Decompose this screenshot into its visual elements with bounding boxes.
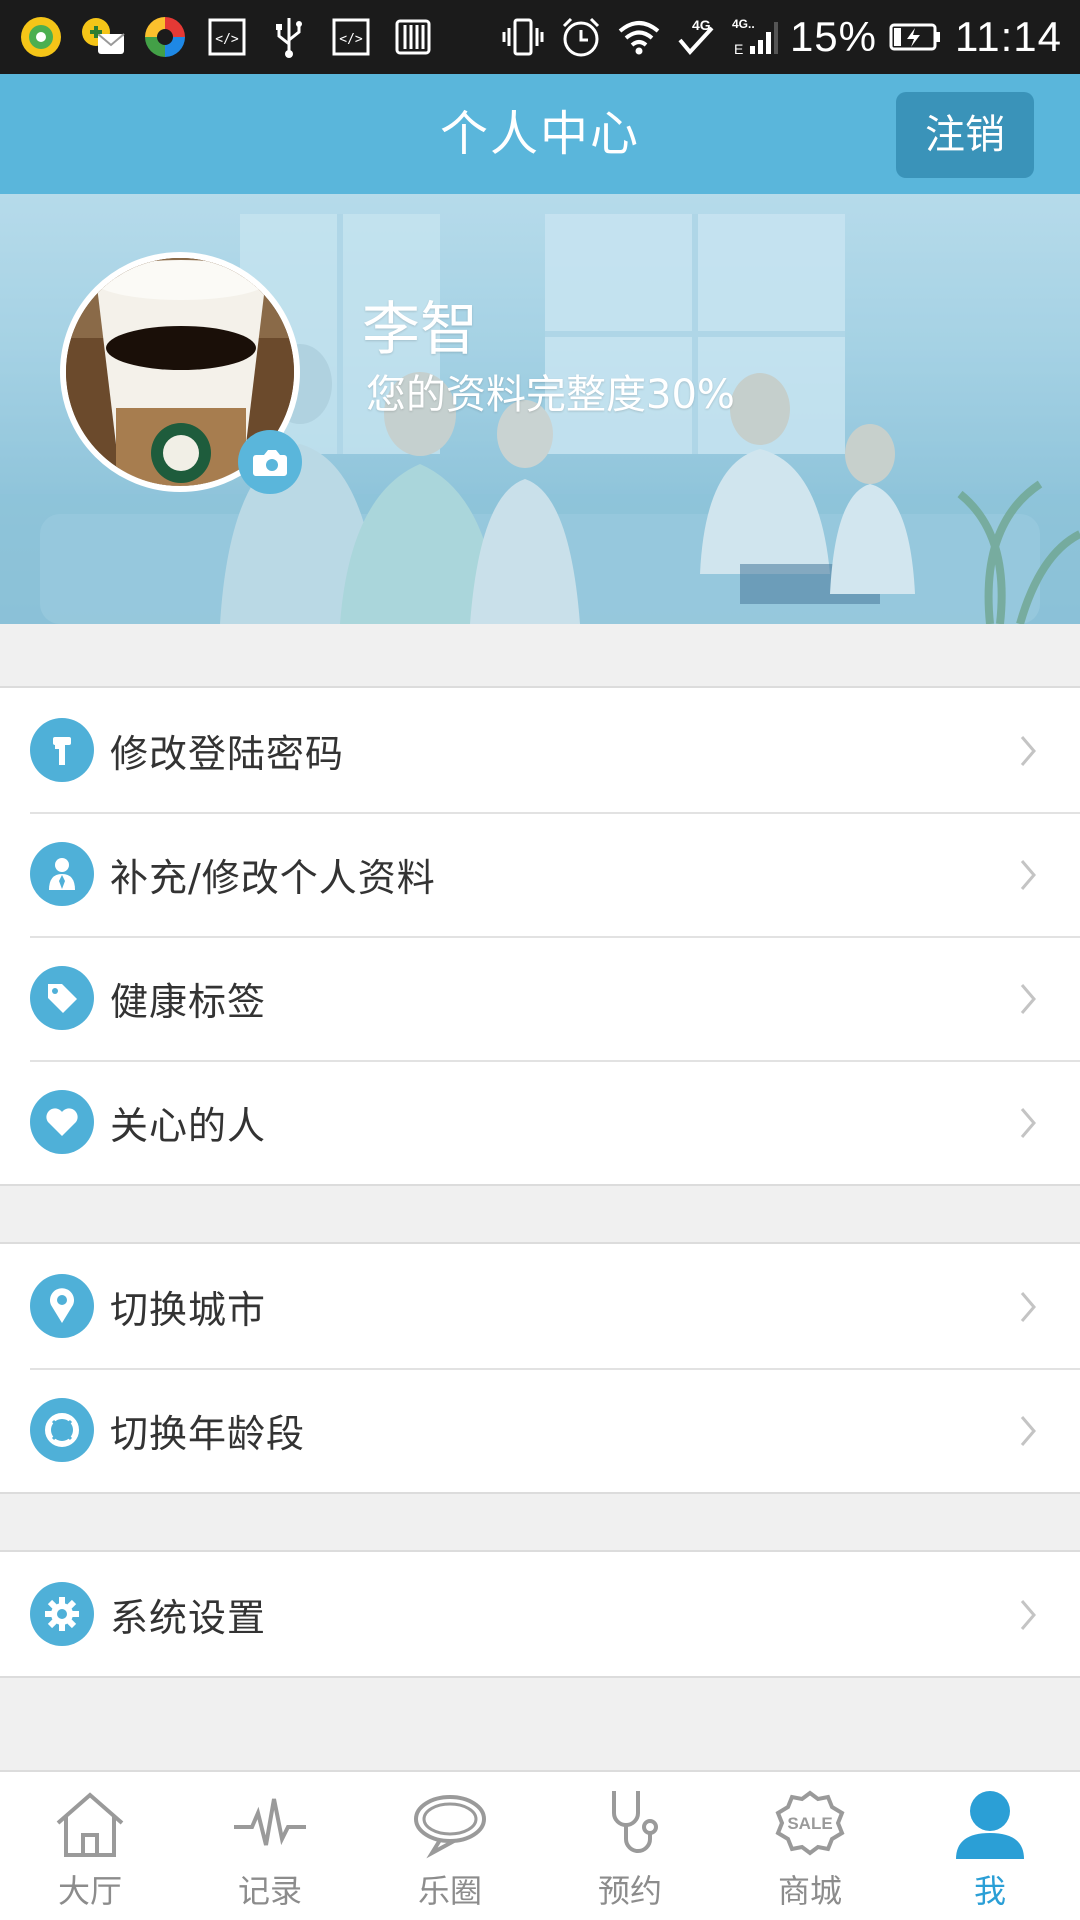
nav-label: 我 [973,1872,1006,1910]
menu-group-system: 系统设置 [0,1550,1080,1678]
svg-text:</>: </> [339,32,363,47]
menu-item-change-password[interactable]: 修改登陆密码 [0,688,1080,812]
alarm-icon [558,14,604,60]
menu-item-health-tags[interactable]: 健康标签 [0,936,1080,1060]
wifi-icon [616,14,662,60]
change-avatar-button[interactable] [238,430,302,494]
menu-item-label: 补充/修改个人资料 [110,855,436,900]
svg-text:E: E [734,41,743,57]
chevron-right-icon [1020,984,1036,1014]
camera-icon [253,450,287,476]
menu-item-label: 健康标签 [110,979,267,1024]
chevron-right-icon [1020,736,1036,766]
battery-icon [889,14,943,60]
chevron-right-icon [1020,860,1036,890]
signal-icon: 4G.. E [732,14,778,60]
nav-item-mall[interactable]: SALE 商城 [720,1772,900,1920]
menu-item-label: 切换城市 [110,1287,267,1332]
nav-item-appointment[interactable]: 预约 [540,1772,720,1920]
chevron-right-icon [1020,1600,1036,1630]
menu-group-preferences: 切换城市 切换年龄段 [0,1242,1080,1494]
bottom-nav: 大厅 记录 乐圈 预约 SALE 商城 我 [0,1770,1080,1920]
status-time: 11:14 [955,13,1062,60]
menu-item-label: 关心的人 [110,1103,267,1148]
svg-text:4G..: 4G.. [732,17,755,31]
heart-icon [30,1090,94,1154]
menu-item-label: 修改登陆密码 [110,731,345,776]
user-name: 李智 [362,295,479,363]
menu-item-edit-profile[interactable]: 补充/修改个人资料 [0,812,1080,936]
nav-item-circle[interactable]: 乐圈 [360,1772,540,1920]
status-left-icons: </> </> [18,14,436,60]
app-header: 个人中心 注销 [0,74,1080,194]
profile-banner: 李智 您的资料完整度30% [0,194,1080,624]
nav-label: 商城 [777,1872,842,1910]
nav-label: 大厅 [57,1872,122,1910]
status-right-icons: 4G 4G.. E 15% 11:14 [500,13,1062,61]
svg-text:</>: </> [215,32,239,47]
barcode-icon [390,14,436,60]
network-icon: 4G [674,14,720,60]
vibrate-icon [500,14,546,60]
menu-item-system-settings[interactable]: 系统设置 [0,1552,1080,1676]
usb-icon [266,14,312,60]
location-pin-icon [30,1274,94,1338]
nav-label: 记录 [237,1872,302,1910]
user-icon [950,1786,1030,1862]
nav-item-records[interactable]: 记录 [180,1772,360,1920]
app-icon-2 [80,14,126,60]
chevron-right-icon [1020,1108,1036,1138]
heartbeat-icon [230,1786,310,1862]
app-icon-1 [18,14,64,60]
menu-item-label: 系统设置 [110,1595,267,1640]
menu-group-account: 修改登陆密码 补充/修改个人资料 健康标签 关心的人 [0,686,1080,1186]
code-icon: </> [204,14,250,60]
gear-icon [30,1582,94,1646]
app-icon-3 [142,14,188,60]
screen: </> </> 4G 4G.. E 15% 11:14 个人中心 注销 李智 您… [0,0,1080,1920]
key-icon [30,718,94,782]
nav-item-me[interactable]: 我 [900,1772,1080,1920]
nav-label: 乐圈 [417,1872,482,1910]
logout-button[interactable]: 注销 [896,92,1034,178]
profile-completeness: 您的资料完整度30% [366,372,735,418]
chevron-right-icon [1020,1292,1036,1322]
menu-item-switch-city[interactable]: 切换城市 [0,1244,1080,1368]
svg-text:SALE: SALE [787,1814,832,1833]
menu-item-switch-age-group[interactable]: 切换年龄段 [0,1368,1080,1492]
menu-item-cared-people[interactable]: 关心的人 [0,1060,1080,1184]
menu-item-label: 切换年龄段 [110,1411,306,1456]
stethoscope-icon [590,1786,670,1862]
sale-icon: SALE [770,1786,850,1862]
code-icon: </> [328,14,374,60]
home-icon [50,1786,130,1862]
chat-bubble-icon [410,1786,490,1862]
status-bar: </> </> 4G 4G.. E 15% 11:14 [0,0,1080,74]
nav-item-lobby[interactable]: 大厅 [0,1772,180,1920]
chevron-right-icon [1020,1416,1036,1446]
tag-icon [30,966,94,1030]
person-icon [30,842,94,906]
nav-label: 预约 [597,1872,662,1910]
lifebuoy-icon [30,1398,94,1462]
battery-percent: 15% [789,13,877,60]
